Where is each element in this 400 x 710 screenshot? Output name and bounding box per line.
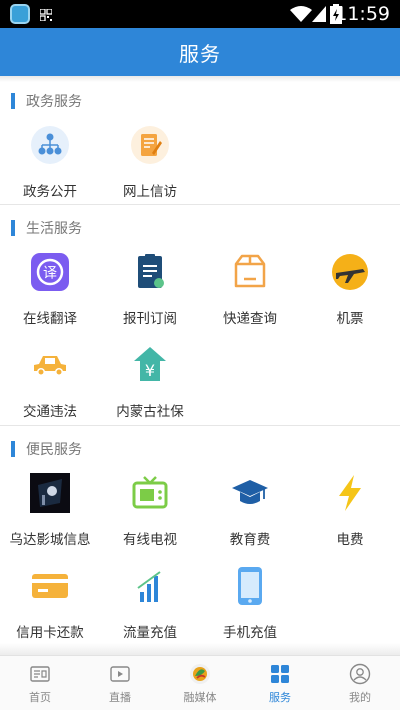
org-chart-icon (31, 126, 69, 164)
service-credit-card-repayment[interactable]: 信用卡还款 (0, 566, 100, 646)
section-divider (0, 425, 400, 426)
section-divider (0, 204, 400, 205)
service-label: 流量充值 (123, 625, 177, 641)
tab-services[interactable]: 服务 (240, 656, 320, 710)
service-label: 教育费 (229, 532, 271, 548)
tab-label: 服务 (269, 691, 291, 704)
service-express-tracking[interactable]: 快递查询 (200, 252, 300, 332)
service-label: 政务公开 (23, 184, 77, 200)
service-label: 在线翻译 (23, 311, 77, 327)
social-security-icon: ¥ (134, 347, 166, 381)
car-icon (34, 356, 66, 376)
app-notification-icon (10, 4, 30, 24)
tv-icon (132, 476, 168, 509)
service-government-disclosure[interactable]: 政务公开 (0, 125, 100, 205)
service-label: 交通违法 (23, 404, 77, 420)
service-label: 网上信访 (123, 184, 177, 200)
signal-icon (312, 6, 326, 22)
tab-home[interactable]: 首页 (0, 656, 80, 710)
section-title: 便民服务 (26, 442, 82, 458)
service-data-topup[interactable]: 流量充值 (100, 566, 200, 646)
credit-card-icon (32, 574, 68, 598)
play-icon (110, 666, 130, 682)
lightning-icon (339, 475, 361, 511)
tab-live[interactable]: 直播 (80, 656, 160, 710)
tab-label: 直播 (109, 691, 131, 704)
service-electricity-fee[interactable]: 电费 (300, 473, 400, 553)
svg-text:译: 译 (43, 266, 57, 282)
service-label: 乌达影城信息 (9, 532, 91, 548)
service-inner-mongolia-social-security[interactable]: ¥ 内蒙古社保 (100, 345, 200, 425)
section-header-convenience: 便民服务 (0, 434, 400, 464)
section-header-government: 政务服务 (0, 86, 400, 116)
section-accent-bar (11, 441, 15, 457)
section-title: 政务服务 (26, 94, 82, 110)
service-label: 内蒙古社保 (116, 404, 184, 420)
parcel-box-icon (234, 254, 266, 288)
section-accent-bar (11, 93, 15, 109)
tab-label: 我的 (349, 691, 371, 704)
app-header: 服务 (0, 28, 400, 76)
service-air-ticket[interactable]: 机票 (300, 252, 400, 332)
service-education-fee[interactable]: 教育费 (200, 473, 300, 553)
news-icon (30, 666, 50, 682)
service-label: 信用卡还款 (16, 625, 84, 641)
service-label: 手机充值 (223, 625, 277, 641)
cinema-photo-icon (30, 473, 70, 513)
grid-icon (271, 665, 289, 683)
service-newspaper-subscription[interactable]: 报刊订阅 (100, 252, 200, 332)
service-online-petition[interactable]: 网上信访 (100, 125, 200, 205)
section-title: 生活服务 (26, 221, 82, 237)
mobile-phone-icon (238, 567, 262, 605)
service-mobile-topup[interactable]: 手机充值 (200, 566, 300, 646)
tab-label: 融媒体 (183, 691, 217, 704)
graduation-cap-icon (232, 480, 268, 504)
section-header-life: 生活服务 (0, 213, 400, 243)
newspaper-icon (138, 254, 164, 288)
wifi-icon (290, 6, 312, 22)
tab-media[interactable]: 融媒体 (160, 656, 240, 710)
content-bottom-shade (0, 643, 400, 655)
service-wuda-cinema[interactable]: 乌达影城信息 (0, 473, 100, 553)
svg-text:¥: ¥ (145, 361, 155, 380)
page-title: 服务 (179, 41, 221, 66)
service-traffic-violation[interactable]: 交通违法 (0, 345, 100, 425)
service-label: 有线电视 (123, 532, 177, 548)
header-shadow (0, 76, 400, 82)
media-logo-icon (190, 664, 210, 684)
tab-label: 首页 (29, 691, 51, 704)
service-label: 报刊订阅 (123, 311, 177, 327)
profile-icon (349, 663, 371, 685)
tab-mine[interactable]: 我的 (320, 656, 400, 710)
translate-icon: 译 (31, 253, 69, 291)
section-accent-bar (11, 220, 15, 236)
petition-note-icon (131, 126, 169, 164)
signal-bars-icon (137, 571, 161, 602)
bottom-tab-bar: 首页 直播 融媒体 服务 我的 (0, 655, 400, 710)
service-cable-tv[interactable]: 有线电视 (100, 473, 200, 553)
service-label: 电费 (336, 532, 364, 548)
service-label: 机票 (336, 311, 364, 327)
status-time: 11:59 (335, 3, 390, 25)
airplane-icon (332, 254, 368, 290)
qr-code-icon (40, 9, 52, 21)
service-online-translate[interactable]: 译 在线翻译 (0, 252, 100, 332)
service-label: 快递查询 (223, 311, 277, 327)
status-bar: 11:59 (0, 0, 400, 28)
